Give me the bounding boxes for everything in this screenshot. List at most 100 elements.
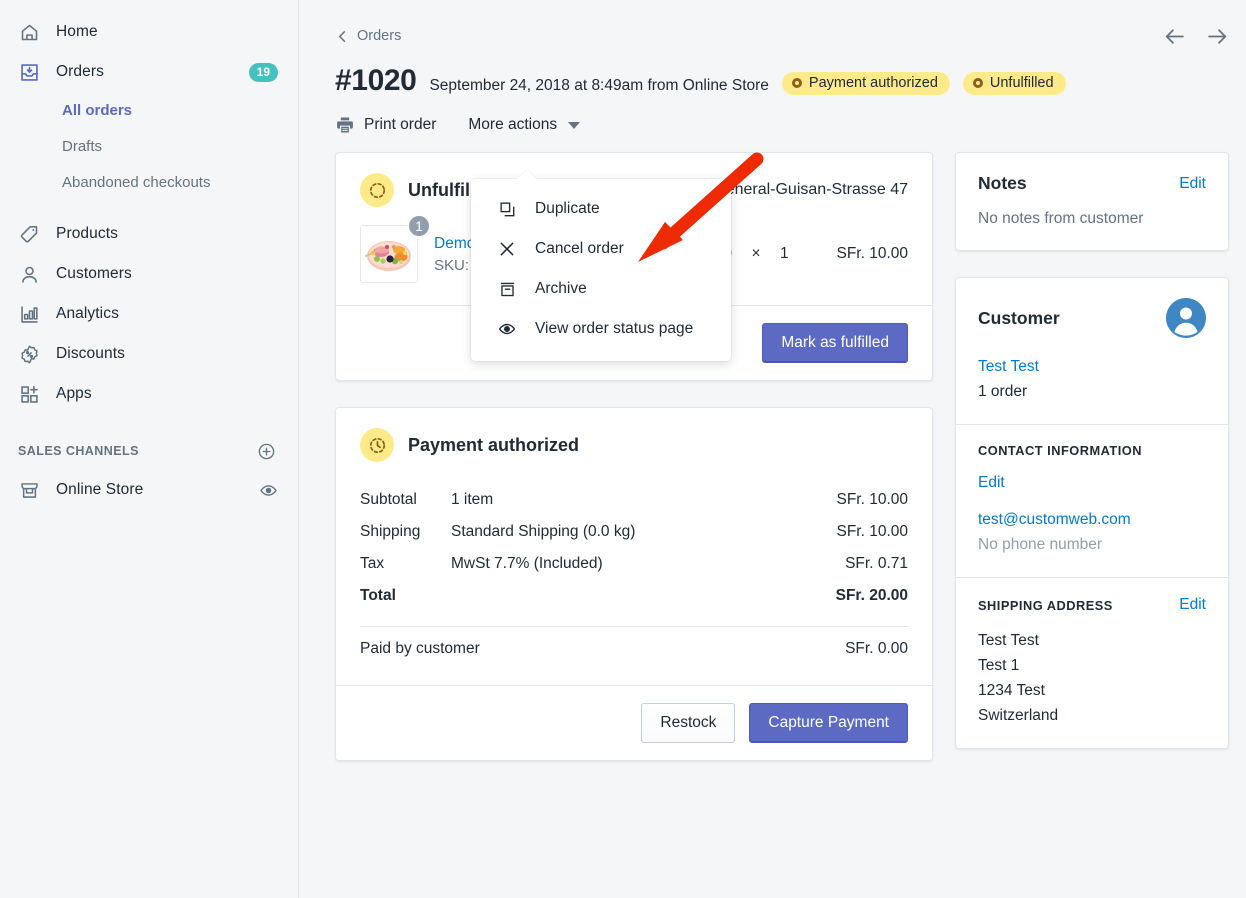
person-icon [18,263,40,285]
capture-payment-button[interactable]: Capture Payment [749,703,908,743]
line-item-multiply-symbol: × [751,245,761,262]
printer-icon [335,115,355,135]
home-icon [18,21,40,43]
sidebar-subitem-drafts[interactable]: Drafts [0,128,298,164]
notes-edit-link[interactable]: Edit [1179,175,1206,193]
fulfillment-location: General-Guisan-Strasse 47 [713,181,908,198]
payment-row-shipping: Shipping Standard Shipping (0.0 kg) SFr.… [360,516,908,548]
payment-card: Payment authorized Subtotal 1 item SFr. … [335,407,933,761]
sidebar-subitem-all-orders[interactable]: All orders [0,92,298,128]
customer-order-count: 1 order [978,383,1028,400]
duplicate-icon [497,201,517,218]
payment-summary-table: Subtotal 1 item SFr. 10.00 Shipping Stan… [336,466,932,627]
eye-icon[interactable] [259,481,278,500]
shipping-address-title: SHIPPING ADDRESS [978,597,1113,613]
main-content: Orders #1020 September 24, 2018 at 8:49a… [299,0,1246,898]
notes-card-header: Notes Edit [956,153,1228,194]
more-actions-button[interactable]: More actions [468,116,581,134]
line-item-quantity-badge: 1 [407,214,431,238]
sidebar-item-customers[interactable]: Customers [0,254,298,294]
sidebar-item-products[interactable]: Products [0,214,298,254]
order-title-row: #1020 September 24, 2018 at 8:49am from … [335,64,1230,98]
menu-item-label: Archive [535,280,587,297]
address-line: Switzerland [978,707,1059,724]
customer-name-link[interactable]: Test Test [978,354,1206,379]
address-line: Test 1 [978,657,1020,674]
payment-row-label: Shipping [360,523,421,540]
menu-item-duplicate[interactable]: Duplicate [471,189,731,229]
sidebar-item-label: Analytics [56,305,119,322]
chevron-left-icon [335,29,350,44]
payment-row-detail: Standard Shipping (0.0 kg) [451,523,636,540]
sidebar-item-analytics[interactable]: Analytics [0,294,298,334]
payment-paid-section: Paid by customer SFr. 0.00 [336,633,932,685]
status-badge-fulfillment: Unfulfilled [962,72,1066,95]
shipping-edit-link[interactable]: Edit [1179,596,1206,614]
customer-email-link[interactable]: test@customweb.com [978,507,1206,532]
storefront-icon [18,479,40,501]
payment-card-footer: Restock Capture Payment [336,685,932,760]
customer-title: Customer [978,307,1060,328]
sidebar-subitem-label: All orders [62,101,133,119]
sidebar-subitem-abandoned-checkouts[interactable]: Abandoned checkouts [0,164,298,200]
menu-item-label: Duplicate [535,200,600,217]
paid-amount: SFr. 0.00 [845,640,908,657]
menu-item-cancel-order[interactable]: Cancel order [471,229,731,269]
payment-row-label: Subtotal [360,491,417,508]
line-item-thumbnail-wrap: 1 [360,214,431,283]
contact-edit-link[interactable]: Edit [978,470,1206,495]
print-order-button[interactable]: Print order [335,115,436,135]
sidebar-channel-online-store[interactable]: Online Store [0,470,298,510]
address-line: Test Test [978,632,1039,649]
sales-channels-title: SALES CHANNELS [18,444,139,458]
menu-item-label: Cancel order [535,240,624,257]
order-actions-row: Print order More actions [335,115,1230,135]
restock-button[interactable]: Restock [641,703,736,743]
archive-box-icon [497,281,517,298]
payment-card-header: Payment authorized [336,408,932,466]
discount-percent-icon [18,343,40,365]
breadcrumb-label: Orders [357,28,402,44]
sales-channels-header: SALES CHANNELS [0,432,298,470]
notes-title: Notes [978,173,1027,193]
breadcrumb[interactable]: Orders [335,28,401,44]
sidebar-subitem-label: Drafts [62,137,103,155]
notes-card: Notes Edit No notes from customer [955,152,1229,251]
main-sidebar: Home Orders 19 All orders Drafts Abandon… [0,0,299,898]
sidebar-channel-label: Online Store [56,481,144,498]
payment-row-detail: 1 item [451,491,494,508]
sidebar-item-label: Discounts [56,345,125,362]
payment-row-amount: SFr. 10.00 [836,491,908,508]
person-avatar-icon [1166,298,1206,338]
sidebar-item-label: Products [56,225,118,242]
mark-as-fulfilled-button[interactable]: Mark as fulfilled [762,323,908,363]
payment-divider [360,626,908,627]
tag-icon [18,223,40,245]
contact-information-header: CONTACT INFORMATION [978,443,1206,458]
sidebar-item-home[interactable]: Home [0,12,298,52]
status-badge-label: Unfulfilled [989,75,1054,91]
payment-row-subtotal: Subtotal 1 item SFr. 10.00 [360,484,908,516]
payment-row-amount: SFr. 10.00 [836,523,908,540]
payment-row-paid: Paid by customer SFr. 0.00 [360,633,908,665]
sidebar-item-apps[interactable]: Apps [0,374,298,414]
close-x-icon [497,240,517,258]
customer-card-header: Customer [956,278,1228,338]
dashed-clock-icon [360,428,394,462]
customer-identity: Test Test 1 order [956,338,1228,424]
sidebar-item-label: Orders [56,63,104,80]
sidebar-item-discounts[interactable]: Discounts [0,334,298,374]
menu-item-view-order-status-page[interactable]: View order status page [471,309,731,349]
sidebar-item-orders[interactable]: Orders 19 [0,52,298,92]
top-bar: Orders [335,24,1230,48]
line-item-quantity: 1 [780,245,789,262]
payment-row-amount: SFr. 20.00 [835,587,908,604]
arrow-left-icon[interactable] [1162,24,1187,49]
payment-row-tax: Tax MwSt 7.7% (Included) SFr. 0.71 [360,548,908,580]
order-meta: September 24, 2018 at 8:49am from Online… [429,77,769,94]
notes-body: No notes from customer [978,210,1144,227]
arrow-right-icon[interactable] [1205,24,1230,49]
menu-item-archive[interactable]: Archive [471,269,731,309]
plus-circle-icon[interactable] [257,442,276,461]
